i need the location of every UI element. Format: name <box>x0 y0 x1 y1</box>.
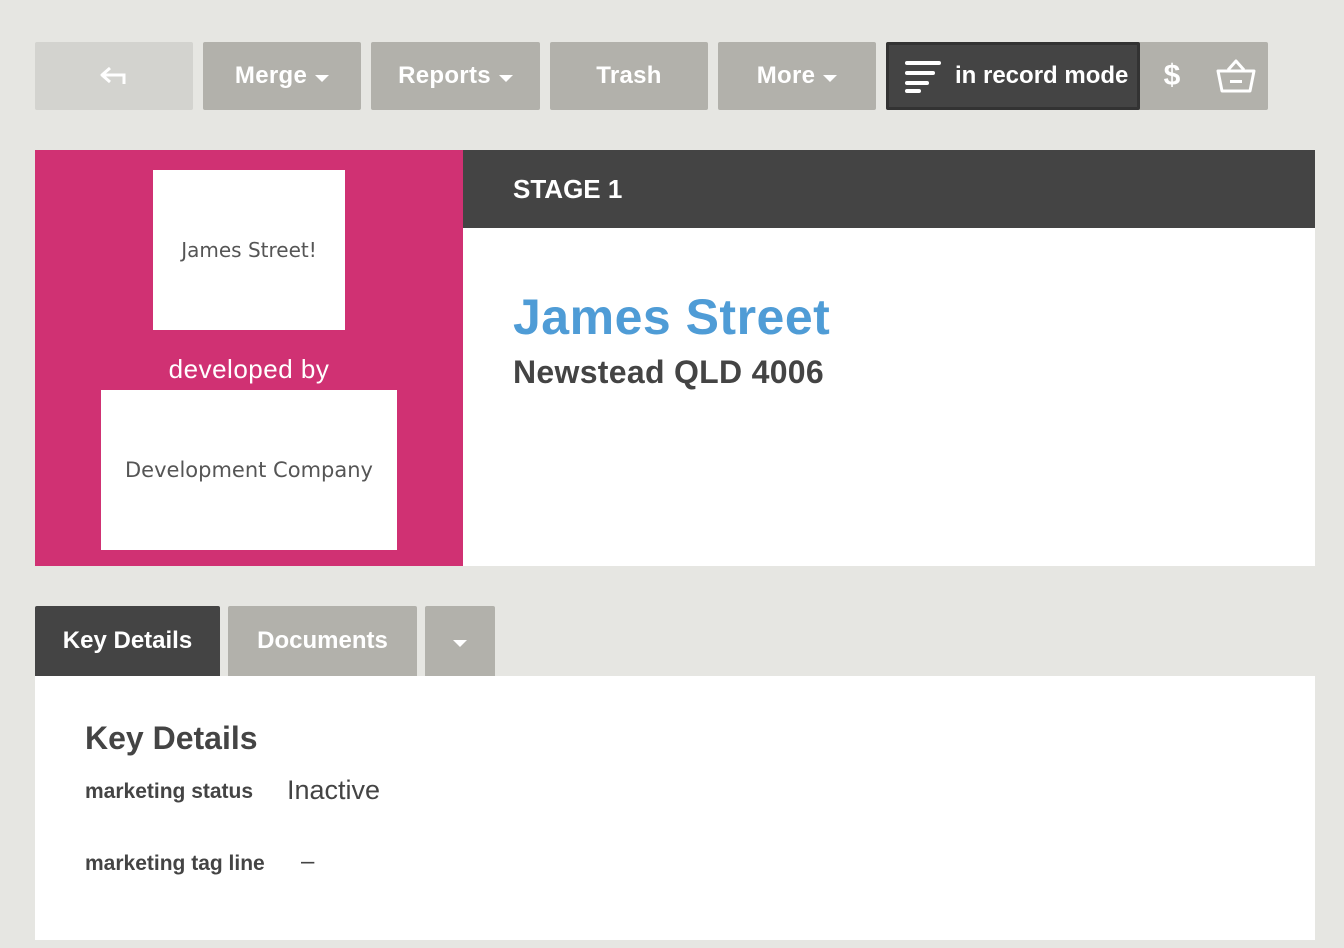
trash-label: Trash <box>596 62 662 89</box>
caret-down-icon <box>498 74 513 82</box>
branding-panel: James Street! developed by Development C… <box>35 150 463 566</box>
merge-button[interactable]: Merge <box>203 42 361 110</box>
record-title: James Street <box>513 289 831 345</box>
project-logo-text: James Street! <box>181 238 317 262</box>
developer-logo: Development Company <box>101 390 397 550</box>
basket-icon <box>1216 59 1256 93</box>
dollar-label: $ <box>1163 59 1181 92</box>
tab-more-dropdown[interactable] <box>425 606 495 676</box>
pricing-button[interactable]: $ <box>1140 42 1204 110</box>
more-label: More <box>756 62 816 89</box>
marketing-status-value: Inactive <box>287 775 381 805</box>
developer-logo-text: Development Company <box>125 458 373 482</box>
caret-down-icon <box>315 74 330 82</box>
back-arrow-icon <box>100 66 126 84</box>
trash-button[interactable]: Trash <box>550 42 708 110</box>
marketing-tag-line-value: – <box>301 848 315 875</box>
lines-icon <box>905 61 941 93</box>
mode-group: in record mode $ <box>886 42 1268 110</box>
tab-documents[interactable]: Documents <box>228 606 417 676</box>
more-button[interactable]: More <box>718 42 876 110</box>
stage-bar: STAGE 1 <box>463 150 1315 228</box>
tab-key-details[interactable]: Key Details <box>35 606 220 676</box>
tab-label: Key Details <box>62 627 193 654</box>
caret-down-icon <box>823 74 838 82</box>
project-logo: James Street! <box>153 170 345 330</box>
reports-button[interactable]: Reports <box>371 42 540 110</box>
stage-label: STAGE 1 <box>513 173 623 204</box>
merge-label: Merge <box>234 62 308 89</box>
marketing-tag-line-label: marketing tag line <box>85 852 265 875</box>
record-address: Newstead QLD 4006 <box>513 354 825 390</box>
chevron-down-icon <box>453 639 467 647</box>
record-header: James Street! developed by Development C… <box>35 150 1315 566</box>
reports-label: Reports <box>398 62 491 89</box>
back-button[interactable] <box>35 42 193 110</box>
tab-label: Documents <box>257 627 388 654</box>
key-details-panel: Key Details marketing status Inactive ma… <box>35 676 1315 940</box>
developed-by-label: developed by <box>168 354 330 384</box>
marketing-status-label: marketing status <box>85 780 254 803</box>
record-info-panel: STAGE 1 James Street Newstead QLD 4006 <box>463 150 1315 566</box>
record-mode-button[interactable]: in record mode <box>886 42 1140 110</box>
basket-button[interactable] <box>1204 42 1268 110</box>
record-mode-label: in record mode <box>955 62 1129 89</box>
section-title: Key Details <box>85 720 258 756</box>
